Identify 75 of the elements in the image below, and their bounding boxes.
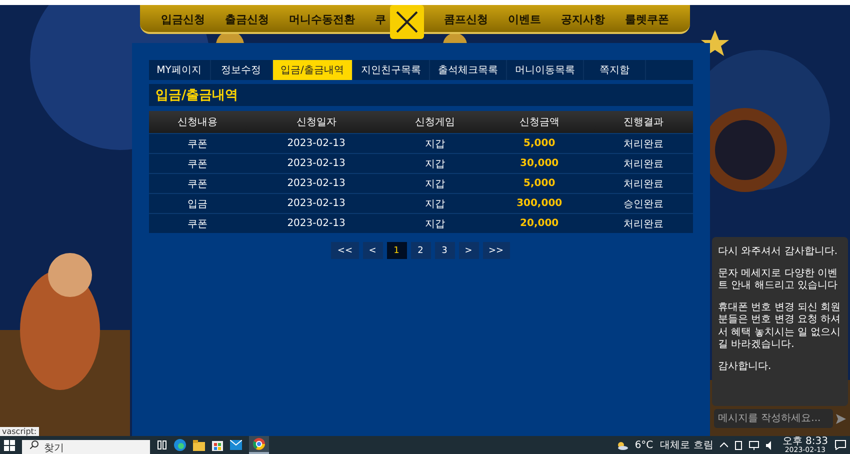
notification-icon[interactable] [835,440,846,450]
page-button[interactable]: >> [482,242,510,259]
table-cell: 지갑 [386,134,484,154]
table-cell: 5,000 [484,174,595,194]
table-cell: 지갑 [386,214,484,233]
page-button[interactable]: 2 [410,242,430,259]
taskbar-app-button[interactable] [249,436,269,454]
table-cell: 입금 [148,194,246,214]
windows-icon[interactable] [4,440,15,450]
chat-message: 문자 메세지로 다양한 이벤트 안내 해드리고 있습니다 [718,268,839,292]
section-title: 입금/출금내역 [156,87,238,104]
tab[interactable]: 머니이동목록 [506,60,584,80]
table-cell: 처리완료 [594,174,692,194]
table-cell: 2023-02-13 [246,214,386,233]
menu-item[interactable]: 룰렛쿠폰 [625,5,669,27]
status-tooltip: vascript: [0,427,39,436]
menu-item[interactable]: 머니수동전환 [289,5,355,27]
folder-icon[interactable] [193,440,205,450]
chat-message: 감사합니다. [718,360,772,373]
table-cell: 쿠폰 [148,134,246,154]
chat-message: 다시 와주셔서 감사합니다. [718,246,839,258]
table-cell: 처리완료 [594,154,692,174]
chat-message: 휴대폰 번호 변경 되신 회원 분들은 번호 변경 요청 하셔서 혜택 놓치시는 일 없으시길 바라겠습니다. [718,302,842,352]
menu-item[interactable]: 출금신청 [225,5,269,27]
column-header: 신청게임 [386,111,484,134]
table-cell: 지갑 [386,154,484,174]
menu-item[interactable]: 이벤트 [508,5,541,27]
tab[interactable]: 출석체크목록 [430,60,507,80]
search-icon [30,440,39,449]
table-cell: 2023-02-13 [246,194,386,214]
close-button[interactable] [390,5,424,39]
page-button[interactable]: 1 [386,242,406,259]
table-cell: 20,000 [484,214,595,233]
table-cell: 승인완료 [594,194,692,214]
page-button[interactable]: < [362,242,382,259]
table-cell: 2023-02-13 [246,154,386,174]
page-button[interactable]: 3 [434,242,454,259]
table-cell: 쿠폰 [148,154,246,174]
mail-icon[interactable] [230,440,242,450]
menu-item[interactable]: 입금신청 [161,5,205,27]
weather-text[interactable]: 대체로 흐림 [660,438,714,452]
table-cell: 처리완료 [594,134,692,154]
page-button[interactable]: << [331,242,358,259]
table-cell: 2023-02-13 [246,174,386,194]
table-cell: 쿠폰 [148,214,246,233]
column-header: 신청일자 [246,111,386,134]
page-button[interactable]: > [458,242,478,259]
column-header: 진행결과 [594,111,692,134]
send-icon[interactable] [836,414,846,424]
table-cell: 30,000 [484,154,595,174]
table-cell: 5,000 [484,134,595,154]
table-cell: 지갑 [386,194,484,214]
menu-item[interactable]: 공지사항 [561,5,605,27]
temperature[interactable]: 6°C [634,440,654,450]
table-cell: 쿠폰 [148,174,246,194]
tab[interactable]: 지인친구목록 [352,60,430,80]
table-cell: 지갑 [386,174,484,194]
menu-item[interactable]: 콤프신청 [444,5,488,27]
table-cell: 처리완료 [594,214,692,233]
weather-icon[interactable] [616,440,628,450]
search-field[interactable]: 찾기 [22,440,150,454]
table-cell: 300,000 [484,194,595,214]
tab[interactable]: 입금/출금내역 [272,60,353,80]
tab[interactable]: 쪽지함 [584,60,646,80]
task-view-icon[interactable] [157,440,167,450]
message-field[interactable]: 메시지를 작성하세요... [714,409,833,428]
tab[interactable]: MY페이지 [148,60,210,80]
table-cell: 2023-02-13 [246,134,386,154]
column-header: 신청금액 [484,111,595,134]
chevron-up-icon[interactable] [720,442,728,448]
time: 오후 8:33 [782,436,828,447]
menu-item[interactable]: 쿠 [375,5,386,27]
close-icon [394,9,420,35]
store-icon[interactable] [212,439,223,451]
column-header: 신청내용 [148,111,246,134]
